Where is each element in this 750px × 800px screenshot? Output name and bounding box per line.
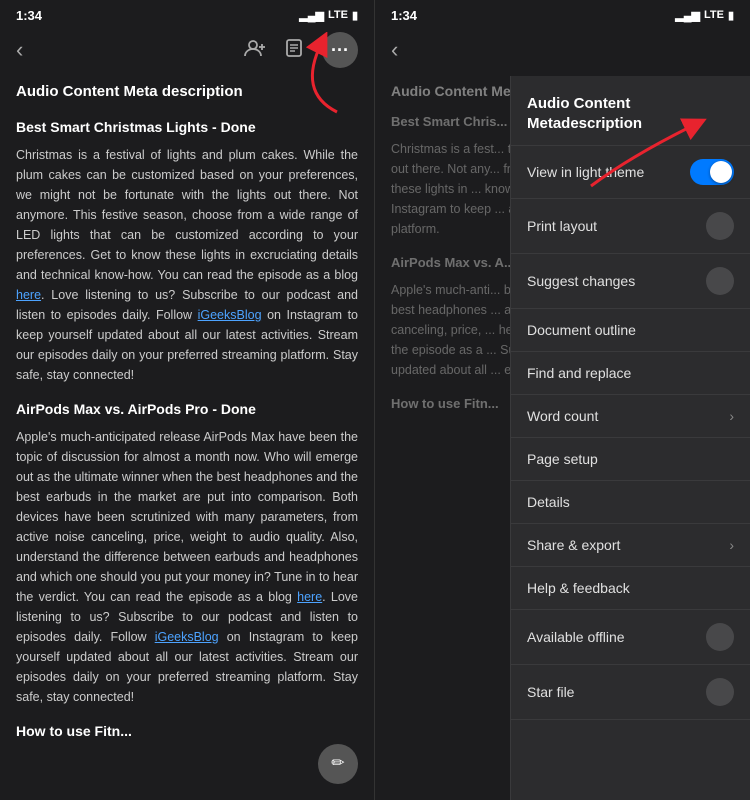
link-4[interactable]: iGeeksBlog: [155, 630, 219, 644]
left-status-bar: 1:34 ▂▄▆ LTE ▮: [0, 0, 374, 28]
menu-item-help-feedback[interactable]: Help & feedback: [511, 567, 750, 610]
more-button[interactable]: ···: [322, 32, 358, 68]
share-export-right: ›: [729, 537, 734, 553]
toggle-thumb: [710, 161, 732, 183]
section-3-title: How to use Fitn...: [16, 721, 358, 743]
star-file-label: Star file: [527, 684, 574, 700]
star-file-toggle[interactable]: [706, 678, 734, 706]
link-2[interactable]: iGeeksBlog: [198, 308, 262, 322]
edit-icon: ✏: [331, 752, 344, 777]
section-2-title: AirPods Max vs. AirPods Pro - Done: [16, 399, 358, 421]
right-battery-icon: ▮: [728, 9, 734, 22]
left-network-label: LTE: [328, 9, 348, 21]
document-content: Audio Content Meta description Best Smar…: [0, 76, 374, 800]
word-count-label: Word count: [527, 408, 598, 424]
edit-fab[interactable]: ✏: [318, 744, 358, 784]
menu-item-find-replace[interactable]: Find and replace: [511, 352, 750, 395]
link-3[interactable]: here: [297, 590, 322, 604]
view-light-theme-label: View in light theme: [527, 164, 644, 180]
details-label: Details: [527, 494, 570, 510]
left-battery-icon: ▮: [352, 9, 358, 22]
right-back-button[interactable]: ‹: [391, 37, 398, 63]
left-signal-icon: ▂▄▆: [299, 9, 324, 22]
overlay-container: Audio Content Me... Best Smart Chris... …: [375, 76, 750, 800]
more-dots-icon: ···: [331, 40, 349, 61]
document-outline-label: Document outline: [527, 322, 636, 338]
menu-header-title: Audio Content Metadescription: [527, 94, 734, 133]
view-light-theme-toggle[interactable]: [690, 159, 734, 185]
left-status-icons: ▂▄▆ LTE ▮: [299, 9, 358, 22]
right-toolbar: ‹: [375, 28, 750, 76]
right-status-bar: 1:34 ▂▄▆ LTE ▮: [375, 0, 750, 28]
menu-item-word-count[interactable]: Word count ›: [511, 395, 750, 438]
share-export-label: Share & export: [527, 537, 620, 553]
menu-item-suggest-changes[interactable]: Suggest changes: [511, 254, 750, 309]
menu-item-available-offline[interactable]: Available offline: [511, 610, 750, 665]
help-feedback-label: Help & feedback: [527, 580, 630, 596]
suggest-changes-label: Suggest changes: [527, 273, 635, 289]
page-setup-label: Page setup: [527, 451, 598, 467]
right-panel: 1:34 ▂▄▆ LTE ▮ ‹ Audio Content Me... Bes…: [375, 0, 750, 800]
find-replace-label: Find and replace: [527, 365, 631, 381]
right-time: 1:34: [391, 8, 417, 23]
word-count-chevron-icon: ›: [729, 408, 734, 424]
back-button[interactable]: ‹: [16, 37, 23, 63]
menu-item-share-export[interactable]: Share & export ›: [511, 524, 750, 567]
link-1[interactable]: here: [16, 288, 41, 302]
right-network-label: LTE: [704, 9, 724, 21]
document-title: Audio Content Meta description: [16, 80, 358, 103]
view-light-theme-right: [690, 159, 734, 185]
available-offline-toggle[interactable]: [706, 623, 734, 651]
menu-item-document-outline[interactable]: Document outline: [511, 309, 750, 352]
print-layout-toggle[interactable]: [706, 212, 734, 240]
star-file-right: [706, 678, 734, 706]
suggest-changes-right: [706, 267, 734, 295]
context-menu-panel: Audio Content Metadescription View in li…: [510, 76, 750, 800]
suggest-changes-toggle[interactable]: [706, 267, 734, 295]
print-layout-right: [706, 212, 734, 240]
section-1-title: Best Smart Christmas Lights - Done: [16, 117, 358, 139]
menu-item-star-file[interactable]: Star file: [511, 665, 750, 720]
add-person-icon[interactable]: [244, 39, 266, 62]
word-count-right: ›: [729, 408, 734, 424]
right-status-icons: ▂▄▆ LTE ▮: [675, 9, 734, 22]
print-layout-label: Print layout: [527, 218, 597, 234]
right-signal-icon: ▂▄▆: [675, 9, 700, 22]
menu-item-view-light-theme[interactable]: View in light theme: [511, 146, 750, 199]
section-2-body: Apple's much-anticipated release AirPods…: [16, 427, 358, 707]
menu-items-list: View in light theme Print layout: [511, 146, 750, 800]
document-icon[interactable]: [284, 38, 304, 63]
share-export-chevron-icon: ›: [729, 537, 734, 553]
menu-item-details[interactable]: Details: [511, 481, 750, 524]
available-offline-label: Available offline: [527, 629, 625, 645]
section-1-body: Christmas is a festival of lights and pl…: [16, 145, 358, 385]
left-time: 1:34: [16, 8, 42, 23]
left-toolbar: ‹: [0, 28, 374, 76]
available-offline-right: [706, 623, 734, 651]
menu-item-print-layout[interactable]: Print layout: [511, 199, 750, 254]
left-toolbar-right: ···: [244, 32, 358, 68]
menu-header: Audio Content Metadescription: [511, 76, 750, 146]
left-toolbar-left: ‹: [16, 37, 23, 63]
menu-item-page-setup[interactable]: Page setup: [511, 438, 750, 481]
